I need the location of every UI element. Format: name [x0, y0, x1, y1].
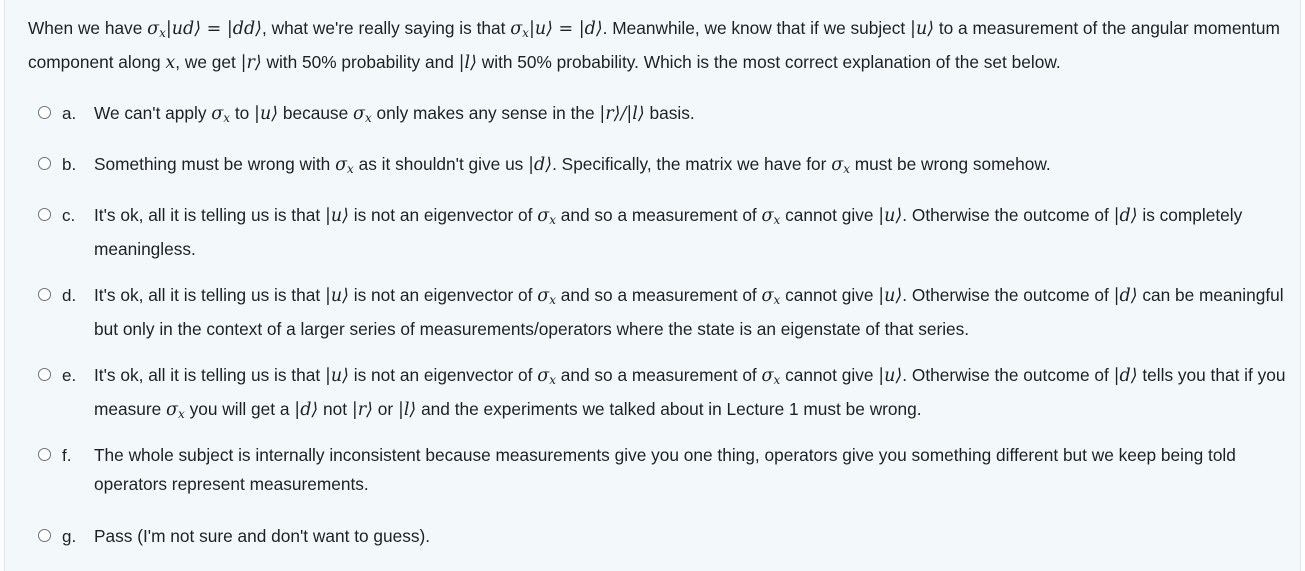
math-sigma: σx — [510, 19, 529, 40]
answer-text: It's ok, all it is telling us is that |u… — [94, 365, 1286, 421]
answer-text: We can't apply σx to |u⟩ because σx only… — [94, 103, 695, 125]
question-text-segment: , what we're really saying is that — [261, 18, 511, 38]
question-text-segment: with 50% probability and — [261, 52, 459, 72]
answer-letter: a. — [62, 104, 77, 123]
question-text: When we have σx|ud⟩ = |dd⟩, what we're r… — [28, 14, 1283, 78]
math-ket-expression: |u⟩ = |d⟩ — [528, 19, 603, 39]
answer-letter: c. — [62, 206, 76, 225]
answer-letter: f. — [62, 446, 72, 465]
radio-button-c[interactable] — [38, 208, 51, 221]
radio-button-f[interactable] — [38, 448, 51, 461]
answer-text: The whole subject is internally inconsis… — [94, 445, 1236, 494]
radio-button-g[interactable] — [38, 529, 51, 542]
question-card: When we have σx|ud⟩ = |dd⟩, what we're r… — [4, 0, 1301, 571]
answer-letter: e. — [62, 366, 77, 385]
answer-text: Something must be wrong with σx as it sh… — [94, 154, 1051, 176]
radio-button-a[interactable] — [38, 106, 51, 119]
answer-letter: b. — [62, 155, 77, 174]
question-text-segment: . Meanwhile, we know that if we subject — [602, 18, 911, 38]
math-ket-u: |u⟩ — [910, 19, 935, 39]
radio-button-b[interactable] — [38, 157, 51, 170]
question-text-segment: When we have — [28, 18, 148, 38]
math-ket-r: |r⟩ — [240, 53, 262, 73]
math-x: x — [165, 53, 176, 73]
answer-letter: d. — [62, 286, 77, 305]
answer-letter: g. — [62, 527, 77, 546]
math-ket-l: |l⟩ — [458, 53, 477, 73]
question-text-segment: with 50% probability. Which is the most … — [476, 52, 1061, 72]
question-text-segment: , we get — [175, 52, 241, 72]
radio-button-e[interactable] — [38, 368, 51, 381]
math-sigma: σx — [147, 19, 166, 40]
answer-text: Pass (I'm not sure and don't want to gue… — [94, 526, 431, 546]
math-ket-expression: |ud⟩ = |dd⟩ — [165, 19, 262, 39]
answer-text: It's ok, all it is telling us is that |u… — [94, 285, 1284, 339]
radio-button-d[interactable] — [38, 288, 51, 301]
answer-text: It's ok, all it is telling us is that |u… — [94, 205, 1243, 259]
